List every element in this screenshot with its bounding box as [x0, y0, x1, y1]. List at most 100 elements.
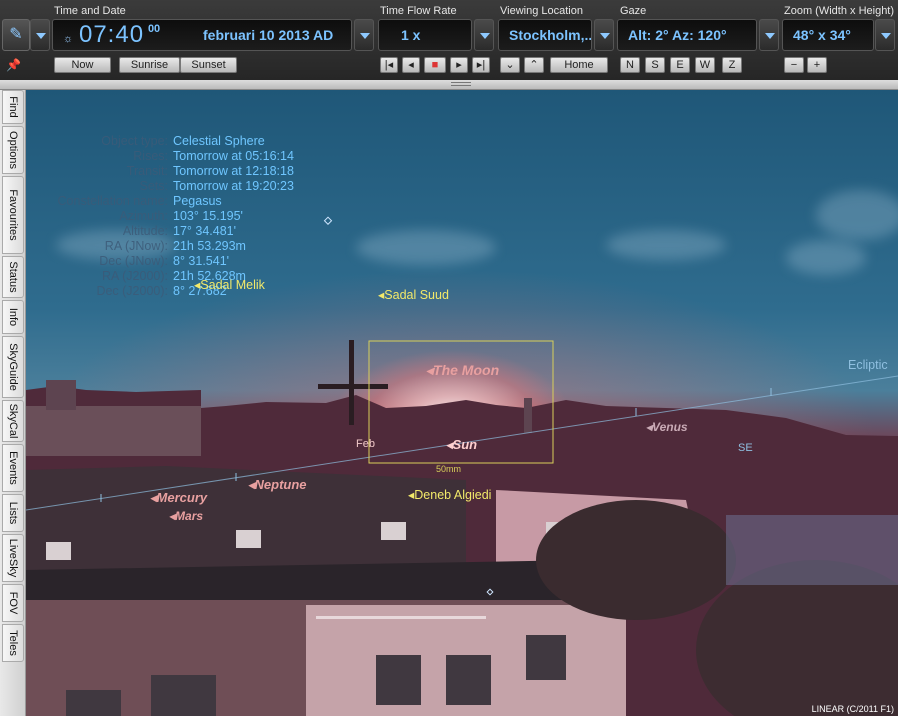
date-value: februari 10 2013 AD [203, 27, 334, 43]
pin-icon[interactable]: 📌 [6, 58, 21, 72]
now-button[interactable]: Now [54, 57, 111, 73]
info-value: 8° 31.541' [173, 254, 230, 268]
star-name: Deneb Algiedi [414, 488, 492, 502]
location-dropdown[interactable] [594, 19, 614, 51]
sidebar-tab-find[interactable]: Find [2, 90, 24, 124]
sunset-button[interactable]: Sunset [180, 57, 237, 73]
sidebar-tab-favourites[interactable]: Favourites [2, 176, 24, 254]
info-key: Azimuth: [119, 209, 168, 223]
star-label-sadal-melik[interactable]: ◂Sadal Melik [194, 277, 265, 292]
south-button[interactable]: S [645, 57, 665, 73]
planet-name: Venus [652, 420, 688, 434]
seconds-value: 00 [147, 23, 161, 35]
skylight [381, 522, 406, 540]
tower [349, 340, 354, 425]
sun-label[interactable]: ◂Sun [446, 437, 477, 453]
sidebar-tab-livesky[interactable]: LiveSky [2, 534, 24, 582]
window [151, 675, 216, 716]
venus-label[interactable]: ◂Venus [646, 420, 688, 434]
sunrise-button[interactable]: Sunrise [119, 57, 180, 73]
sidebar-tab-label: SkyCal [7, 403, 19, 439]
step-forward-icon[interactable]: ▸ [450, 57, 468, 73]
comet-label: LINEAR (C/2011 F1) [811, 704, 894, 714]
step-back-icon[interactable]: ◂ [402, 57, 420, 73]
info-key: Dec (J2000): [96, 284, 168, 298]
location-display[interactable]: Stockholm,... [498, 19, 592, 51]
zoom-in-button[interactable]: + [807, 57, 827, 73]
neptune-label[interactable]: ◂Neptune [248, 477, 307, 493]
window [446, 655, 491, 705]
building [26, 406, 201, 456]
sidebar: Find Options Favourites Status Info SkyGuide S… [0, 90, 26, 716]
time-flow-dropdown[interactable] [474, 19, 494, 51]
skip-forward-icon[interactable]: ▸| [472, 57, 490, 73]
home-button[interactable]: Home [550, 57, 608, 73]
mars-label[interactable]: ◂Mars [169, 509, 203, 523]
sidebar-tab-lists[interactable]: Lists [2, 494, 24, 532]
sidebar-tab-status[interactable]: Status [2, 256, 24, 298]
time-flow-label: Time Flow Rate [380, 5, 457, 17]
star-label-deneb-algiedi[interactable]: ◂Deneb Algiedi [408, 487, 491, 502]
sidebar-tab-options[interactable]: Options [2, 126, 24, 174]
star-marker [323, 216, 333, 225]
tool-dropdown[interactable] [30, 19, 50, 51]
sun-icon: ☼ [63, 33, 74, 45]
star-label-sadal-suud[interactable]: ◂Sadal Suud [378, 287, 449, 302]
time-value: 07:40 [78, 21, 145, 48]
chevron-up-icon[interactable]: ⌃ [524, 57, 544, 73]
skylight [46, 542, 71, 560]
skip-back-icon[interactable]: |◂ [380, 57, 398, 73]
sidebar-tab-info[interactable]: Info [2, 300, 24, 334]
sidebar-tab-fov[interactable]: FOV [2, 584, 24, 622]
gaze-dropdown[interactable] [759, 19, 779, 51]
moon-name: The Moon [433, 362, 500, 378]
sky-view[interactable]: Object type: Celestial Sphere Rises: Tomorr… [26, 90, 898, 716]
zoom-out-button[interactable]: − [784, 57, 804, 73]
sidebar-tab-label: Teles [7, 630, 19, 656]
planet-name: Mars [175, 509, 204, 523]
sidebar-tab-label: Events [7, 451, 19, 485]
gaze-display[interactable]: Alt: 2° Az: 120° [617, 19, 757, 51]
info-value: Tomorrow at 19:20:23 [173, 179, 294, 193]
skylight [236, 530, 261, 548]
building-roof [26, 466, 466, 570]
mercury-label[interactable]: ◂Mercury [150, 490, 207, 506]
location-label: Viewing Location [500, 5, 583, 17]
moon-label[interactable]: ◂The Moon [426, 362, 499, 379]
time-date-display[interactable]: ☼ 07:40 00 februari 10 2013 AD [52, 19, 352, 51]
sidebar-tab-label: Status [7, 261, 19, 293]
sidebar-tab-events[interactable]: Events [2, 444, 24, 492]
west-button[interactable]: W [695, 57, 715, 73]
info-key: Constellation name: [57, 194, 168, 208]
sidebar-tab-teles[interactable]: Teles [2, 624, 24, 662]
sidebar-tab-label: Options [7, 131, 19, 169]
planet-name: Neptune [254, 477, 307, 492]
window [66, 690, 121, 716]
zenith-button[interactable]: Z [722, 57, 742, 73]
sidebar-tab-label: SkyGuide [7, 343, 19, 391]
zoom-dropdown[interactable] [875, 19, 895, 51]
stop-icon[interactable]: ■ [424, 57, 446, 73]
info-value: Tomorrow at 05:16:14 [173, 149, 294, 163]
date-dropdown[interactable] [354, 19, 374, 51]
sidebar-tab-label: Find [7, 96, 19, 118]
compass-se-label: SE [738, 442, 753, 454]
chevron-down-icon[interactable]: ⌄ [500, 57, 520, 73]
pencil-icon[interactable]: ✎ [2, 19, 30, 51]
sidebar-tab-skycal[interactable]: SkyCal [2, 400, 24, 442]
star-name: Sadal Melik [200, 278, 265, 292]
time-flow-display[interactable]: 1 x [378, 19, 472, 51]
sidebar-tab-label: LiveSky [7, 538, 19, 578]
ecliptic-date-label: Feb [356, 438, 375, 450]
sidebar-tab-label: Favourites [7, 189, 19, 241]
water [726, 515, 898, 585]
sidebar-tab-skyguide[interactable]: SkyGuide [2, 336, 24, 398]
trees [536, 500, 736, 620]
zoom-display[interactable]: 48° x 34° [782, 19, 874, 51]
info-value: Tomorrow at 12:18:18 [173, 164, 294, 178]
north-button[interactable]: N [620, 57, 640, 73]
info-key: RA (JNow): [104, 239, 168, 253]
splitter-handle[interactable] [0, 80, 898, 90]
east-button[interactable]: E [670, 57, 690, 73]
info-value: 17° 34.481' [173, 224, 236, 238]
